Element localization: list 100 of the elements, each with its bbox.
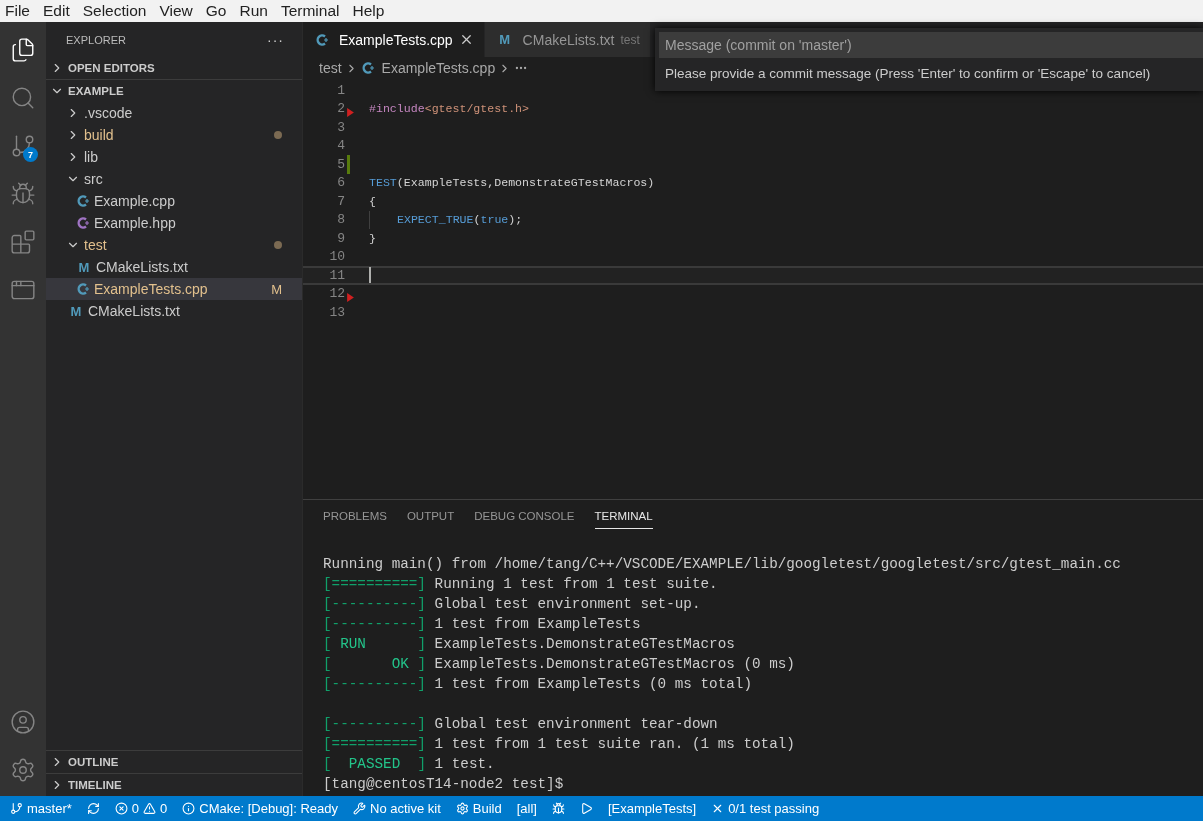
terminal-line: [tang@centosT14-node2 test]$ bbox=[323, 776, 564, 792]
quick-input-message: Please provide a commit message (Press 'Enter' to confirm or 'Escape' to cancel) bbox=[664, 65, 1152, 83]
line-number: 9 bbox=[336, 230, 345, 246]
menu-item[interactable]: Help bbox=[352, 2, 385, 20]
file-row[interactable]: M CMakeLists.txt bbox=[46, 256, 302, 278]
cmake-status[interactable]: CMake: [Debug]: Ready bbox=[182, 801, 338, 816]
panel-tab[interactable]: DEBUG CONSOLE bbox=[474, 510, 575, 529]
line-number: 11 bbox=[328, 267, 345, 283]
section-header[interactable]: EXAMPLE bbox=[46, 79, 302, 102]
sync-icon[interactable] bbox=[86, 802, 100, 815]
menu-item[interactable]: Selection bbox=[82, 2, 147, 20]
cpp-file-icon bbox=[76, 282, 90, 296]
panel-tab[interactable]: PROBLEMS bbox=[323, 510, 387, 529]
settings-icon bbox=[10, 757, 36, 783]
editor-tab[interactable]: M CMakeLists.txt test bbox=[484, 22, 651, 57]
more-actions[interactable]: ··· bbox=[267, 31, 284, 48]
status-item[interactable]: [all] bbox=[516, 801, 537, 816]
files-icon bbox=[10, 37, 36, 63]
tab-label: CMakeLists.txt bbox=[522, 31, 615, 48]
cpp-file-icon bbox=[315, 32, 329, 47]
line-number: 2 bbox=[336, 101, 345, 117]
blocks-icon bbox=[10, 229, 36, 255]
code-line: #include<gtest/gtest.h> bbox=[369, 101, 530, 118]
branch-icon bbox=[10, 802, 23, 815]
cmake-file-icon: M bbox=[68, 303, 84, 319]
breadcrumb-item[interactable]: test bbox=[319, 60, 342, 76]
line-number: 13 bbox=[328, 304, 345, 320]
section-header[interactable]: OUTLINE bbox=[46, 750, 302, 773]
menu-item[interactable]: Go bbox=[205, 2, 227, 20]
terminal-line: [==========] 1 test from 1 test suite ran. (1 ms total) bbox=[323, 736, 795, 752]
panel-tab[interactable]: OUTPUT bbox=[406, 510, 455, 529]
line-number: 3 bbox=[336, 119, 345, 135]
line-number: 5 bbox=[336, 156, 345, 172]
code-line: EXPECT_TRUE(true); bbox=[397, 212, 523, 229]
tab-description: test bbox=[620, 32, 640, 47]
terminal-line: [----------] 1 test from ExampleTests (0 ms total) bbox=[323, 676, 752, 692]
cpp-file-icon bbox=[76, 216, 90, 230]
terminal-line: [==========] Running 1 test from 1 test suite. bbox=[323, 576, 718, 592]
build-button[interactable]: Build bbox=[455, 801, 502, 816]
indent-guide bbox=[369, 210, 370, 229]
problems-status[interactable]: 0 0 bbox=[114, 801, 168, 816]
test-status[interactable]: 0/1 test passing bbox=[711, 801, 820, 816]
line-number: 6 bbox=[336, 175, 345, 191]
bug-icon[interactable] bbox=[551, 802, 565, 815]
text-cursor bbox=[369, 267, 371, 284]
folder-row[interactable]: lib bbox=[46, 146, 302, 168]
file-row[interactable]: M CMakeLists.txt bbox=[46, 300, 302, 322]
breadcrumb-item[interactable]: ExampleTests.cpp bbox=[381, 60, 496, 76]
terminal-line: [----------] 1 test from ExampleTests bbox=[323, 616, 641, 632]
menu-item[interactable]: File bbox=[5, 2, 30, 20]
info-icon bbox=[182, 802, 196, 815]
search-icon bbox=[10, 85, 36, 111]
warning-icon bbox=[143, 802, 157, 815]
code-line: { bbox=[369, 193, 376, 210]
editor-tab[interactable]: ExampleTests.cpp bbox=[303, 22, 485, 57]
line-number: 4 bbox=[336, 138, 345, 154]
file-row[interactable]: Example.hpp bbox=[46, 212, 302, 234]
commit-message-field[interactable]: Message (commit on 'master') bbox=[659, 32, 1203, 58]
terminal-line: [----------] Global test environment tear-down bbox=[323, 716, 718, 732]
file-row[interactable]: ExampleTests.cpp M bbox=[46, 278, 302, 300]
activity-button[interactable]: 7 bbox=[0, 124, 46, 168]
terminal-line: Running main() from /home/tang/C++/VSCODE/EXAMPLE/lib/googletest/googletest/src/gtest_main.cc bbox=[323, 556, 1121, 572]
terminal-line: [----------] Global test environment set-up. bbox=[323, 596, 701, 612]
line-number: 1 bbox=[336, 82, 345, 98]
menu-item[interactable]: Terminal bbox=[280, 2, 340, 20]
menu-item[interactable]: Edit bbox=[43, 2, 70, 20]
gear-icon bbox=[455, 802, 469, 815]
account-icon bbox=[10, 709, 36, 735]
modified-dot bbox=[274, 241, 282, 249]
terminal-line: [ RUN ] ExampleTests.DemonstrateGTestMacros bbox=[323, 636, 735, 652]
line-number: 8 bbox=[336, 212, 345, 228]
folder-row[interactable]: build bbox=[46, 124, 302, 146]
code-line: TEST(ExampleTests,DemonstrateGTestMacros) bbox=[369, 175, 655, 192]
file-row[interactable]: Example.cpp bbox=[46, 190, 302, 212]
folder-row[interactable]: .vscode bbox=[46, 102, 302, 124]
code-line: } bbox=[369, 230, 376, 247]
folder-row[interactable]: src bbox=[46, 168, 302, 190]
error-icon bbox=[114, 802, 128, 815]
kit-status[interactable]: No active kit bbox=[353, 801, 441, 816]
terminal-line: [ OK ] ExampleTests.DemonstrateGTestMacros (0 ms) bbox=[323, 656, 795, 672]
play-icon[interactable] bbox=[579, 802, 593, 815]
line-number: 7 bbox=[336, 193, 345, 209]
modified-dot bbox=[274, 131, 282, 139]
wrench-icon bbox=[353, 802, 366, 815]
cpp-file-icon bbox=[76, 194, 90, 208]
menu-item[interactable]: Run bbox=[239, 2, 268, 20]
section-header[interactable]: OPEN EDITORS bbox=[46, 57, 302, 79]
sidebar-title: EXPLORER bbox=[66, 33, 126, 46]
git-status: M bbox=[271, 281, 282, 297]
line-number: 10 bbox=[328, 249, 345, 265]
folder-row[interactable]: test bbox=[46, 234, 302, 256]
line-number: 12 bbox=[328, 286, 345, 302]
cpp-file-icon bbox=[360, 61, 375, 75]
bug-icon bbox=[10, 181, 36, 207]
cmake-file-icon: M bbox=[76, 259, 92, 275]
branch-status[interactable]: master* bbox=[10, 801, 72, 816]
tab-label: ExampleTests.cpp bbox=[339, 31, 453, 48]
panel-tab[interactable]: TERMINAL bbox=[594, 510, 653, 529]
status-item[interactable]: [ExampleTests] bbox=[607, 801, 697, 816]
menu-item[interactable]: View bbox=[159, 2, 193, 20]
